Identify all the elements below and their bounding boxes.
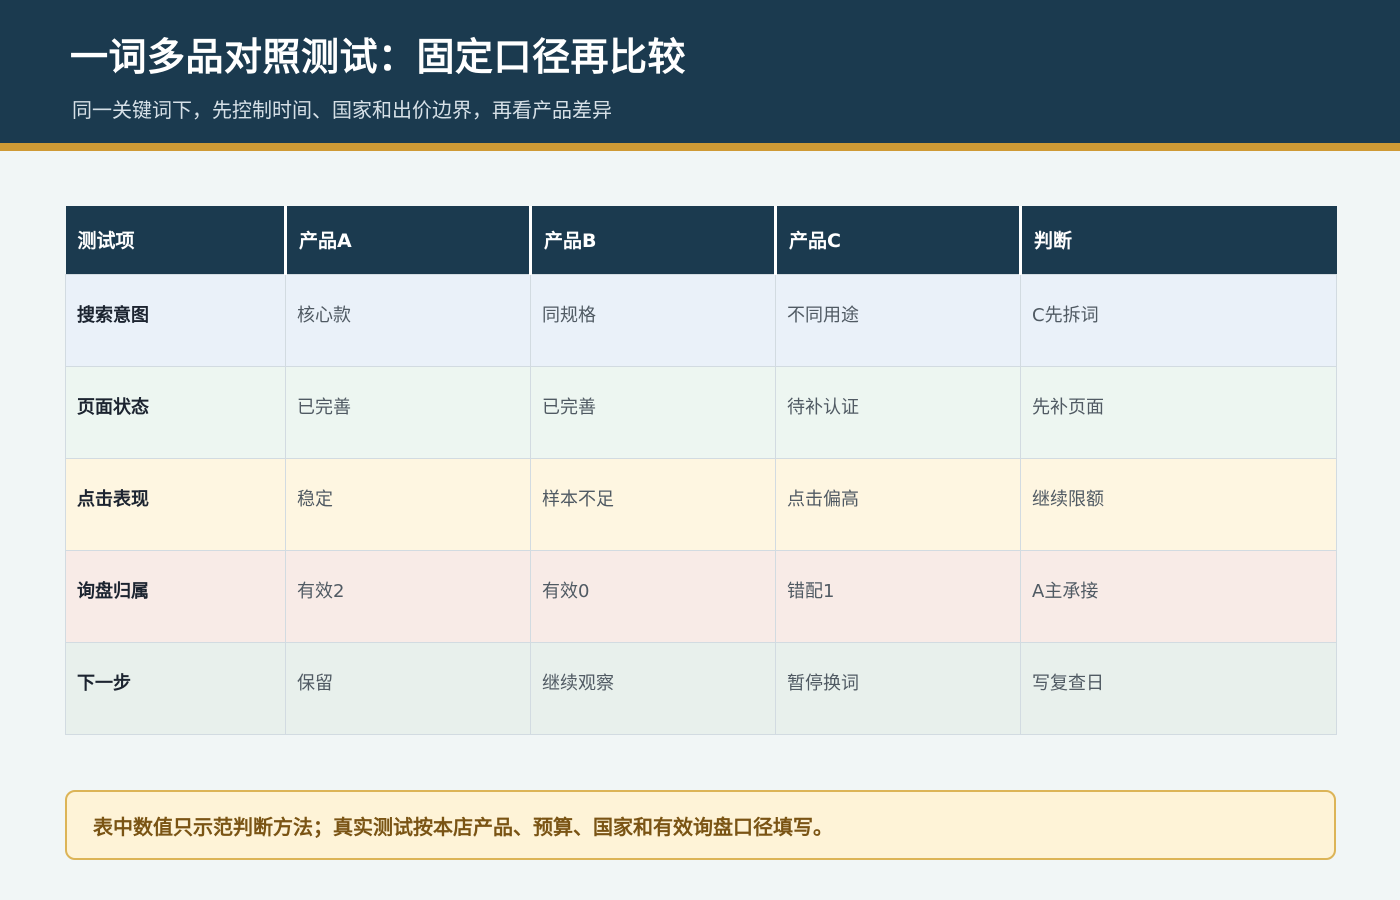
table-cell: 点击偏高 [775, 457, 1021, 551]
table-header-row: 测试项 产品A 产品B 产品C 判断 [65, 206, 1337, 274]
row-label: 询盘归属 [65, 549, 286, 643]
table-cell: 已完善 [530, 365, 776, 459]
page-header: 一词多品对照测试：固定口径再比较 同一关键词下，先控制时间、国家和出价边界，再看… [0, 0, 1400, 143]
table-cell: 继续限额 [1020, 457, 1337, 551]
table-row: 搜索意图 核心款 同规格 不同用途 C先拆词 [65, 273, 1337, 367]
comparison-table: 测试项 产品A 产品B 产品C 判断 搜索意图 核心款 同规格 不同用途 C先拆… [65, 206, 1337, 735]
note-text: 表中数值只示范判断方法；真实测试按本店产品、预算、国家和有效询盘口径填写。 [93, 814, 833, 839]
table-cell: 保留 [285, 641, 531, 735]
table-cell: C先拆词 [1020, 273, 1337, 367]
table-cell: 错配1 [775, 549, 1021, 643]
row-label: 页面状态 [65, 365, 286, 459]
column-header-judgement: 判断 [1019, 206, 1337, 274]
table-cell: 核心款 [285, 273, 531, 367]
table-row: 点击表现 稳定 样本不足 点击偏高 继续限额 [65, 457, 1337, 551]
row-label: 点击表现 [65, 457, 286, 551]
table-cell: 不同用途 [775, 273, 1021, 367]
table-cell: 有效0 [530, 549, 776, 643]
column-header-product-a: 产品A [284, 206, 531, 274]
row-label: 下一步 [65, 641, 286, 735]
comparison-table-container: 测试项 产品A 产品B 产品C 判断 搜索意图 核心款 同规格 不同用途 C先拆… [65, 206, 1337, 735]
table-cell: A主承接 [1020, 549, 1337, 643]
table-cell: 稳定 [285, 457, 531, 551]
column-header-test-item: 测试项 [65, 206, 286, 274]
table-cell: 先补页面 [1020, 365, 1337, 459]
table-cell: 待补认证 [775, 365, 1021, 459]
table-row: 下一步 保留 继续观察 暂停换词 写复查日 [65, 641, 1337, 735]
column-header-product-c: 产品C [774, 206, 1021, 274]
row-label: 搜索意图 [65, 273, 286, 367]
page-subtitle: 同一关键词下，先控制时间、国家和出价边界，再看产品差异 [72, 98, 612, 122]
table-cell: 写复查日 [1020, 641, 1337, 735]
page-title: 一词多品对照测试：固定口径再比较 [70, 35, 687, 79]
table-row: 页面状态 已完善 已完善 待补认证 先补页面 [65, 365, 1337, 459]
table-cell: 有效2 [285, 549, 531, 643]
table-row: 询盘归属 有效2 有效0 错配1 A主承接 [65, 549, 1337, 643]
column-header-product-b: 产品B [529, 206, 776, 274]
table-cell: 继续观察 [530, 641, 776, 735]
table-cell: 暂停换词 [775, 641, 1021, 735]
table-cell: 已完善 [285, 365, 531, 459]
note-callout: 表中数值只示范判断方法；真实测试按本店产品、预算、国家和有效询盘口径填写。 [65, 790, 1336, 860]
table-cell: 样本不足 [530, 457, 776, 551]
table-cell: 同规格 [530, 273, 776, 367]
header-accent-bar [0, 143, 1400, 151]
